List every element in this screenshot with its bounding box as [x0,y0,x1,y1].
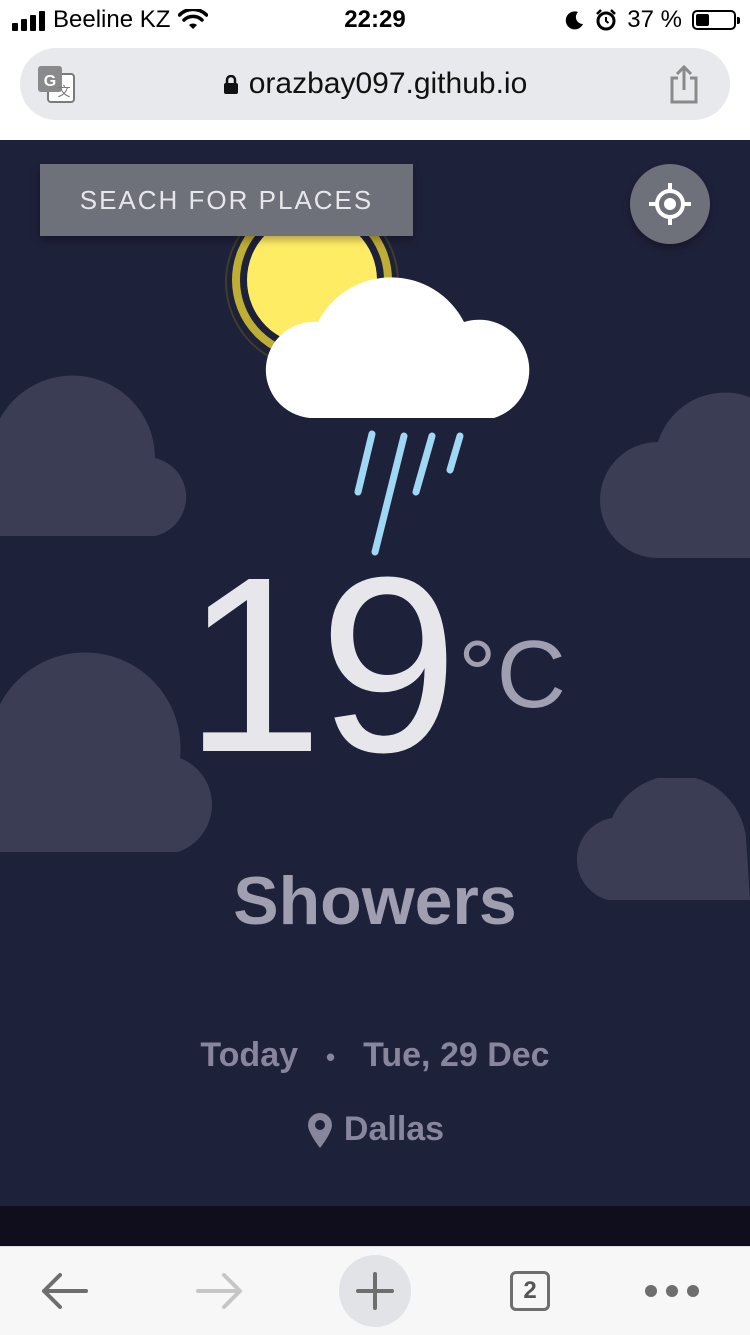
battery-percent: 37 % [627,6,682,33]
alarm-icon [596,9,617,31]
location-target-icon [649,183,691,225]
date-label: Tue, 29 Dec [363,1036,550,1074]
url-display[interactable]: orazbay097.github.io [20,67,730,101]
weather-panel: SEACH FOR PLACES 19°C Showers Today • Tue,… [0,140,750,1206]
date-line: Today • Tue, 29 Dec [0,1036,750,1075]
map-pin-icon [307,1112,332,1148]
battery-fill [696,14,710,26]
weather-condition: Showers [233,863,517,939]
background-cloud-icon [600,392,750,558]
page-bottom-strip [0,1206,750,1246]
battery-icon [692,10,740,30]
new-tab-icon [356,1272,394,1310]
share-icon[interactable] [668,64,700,104]
temperature-value: 19 [184,525,458,804]
location-line: Dallas [0,1110,750,1149]
more-icon [645,1285,699,1297]
day-label: Today [200,1036,299,1074]
status-right: 37 % [565,6,740,34]
more-button[interactable] [632,1247,712,1335]
current-location-button[interactable] [630,164,710,244]
address-bar[interactable]: G 文 orazbay097.github.io [20,48,730,120]
browser-toolbar: 2 [0,1246,750,1335]
forward-icon [196,1273,242,1309]
sun-cloud-rain-icon [225,222,530,556]
tabs-button[interactable]: 2 [490,1247,570,1335]
separator-dot: • [326,1041,336,1072]
browser-address-area: G 文 orazbay097.github.io [0,40,750,140]
lock-icon [223,75,238,95]
tabs-count: 2 [510,1271,550,1311]
forward-button[interactable] [180,1247,260,1335]
location-name: Dallas [343,1110,445,1148]
moon-icon [566,11,584,30]
back-button[interactable] [24,1247,104,1335]
url-text: orazbay097.github.io [248,67,528,100]
back-icon [42,1273,88,1309]
status-bar: Beeline KZ 22:29 37 % [0,0,750,40]
search-places-button[interactable]: SEACH FOR PLACES [40,164,413,236]
temperature-display: 19°C [0,540,750,790]
temperature-unit: °C [458,621,566,728]
background-cloud-icon [0,375,187,536]
new-tab-button[interactable] [339,1247,411,1335]
new-tab-circle [339,1255,411,1327]
